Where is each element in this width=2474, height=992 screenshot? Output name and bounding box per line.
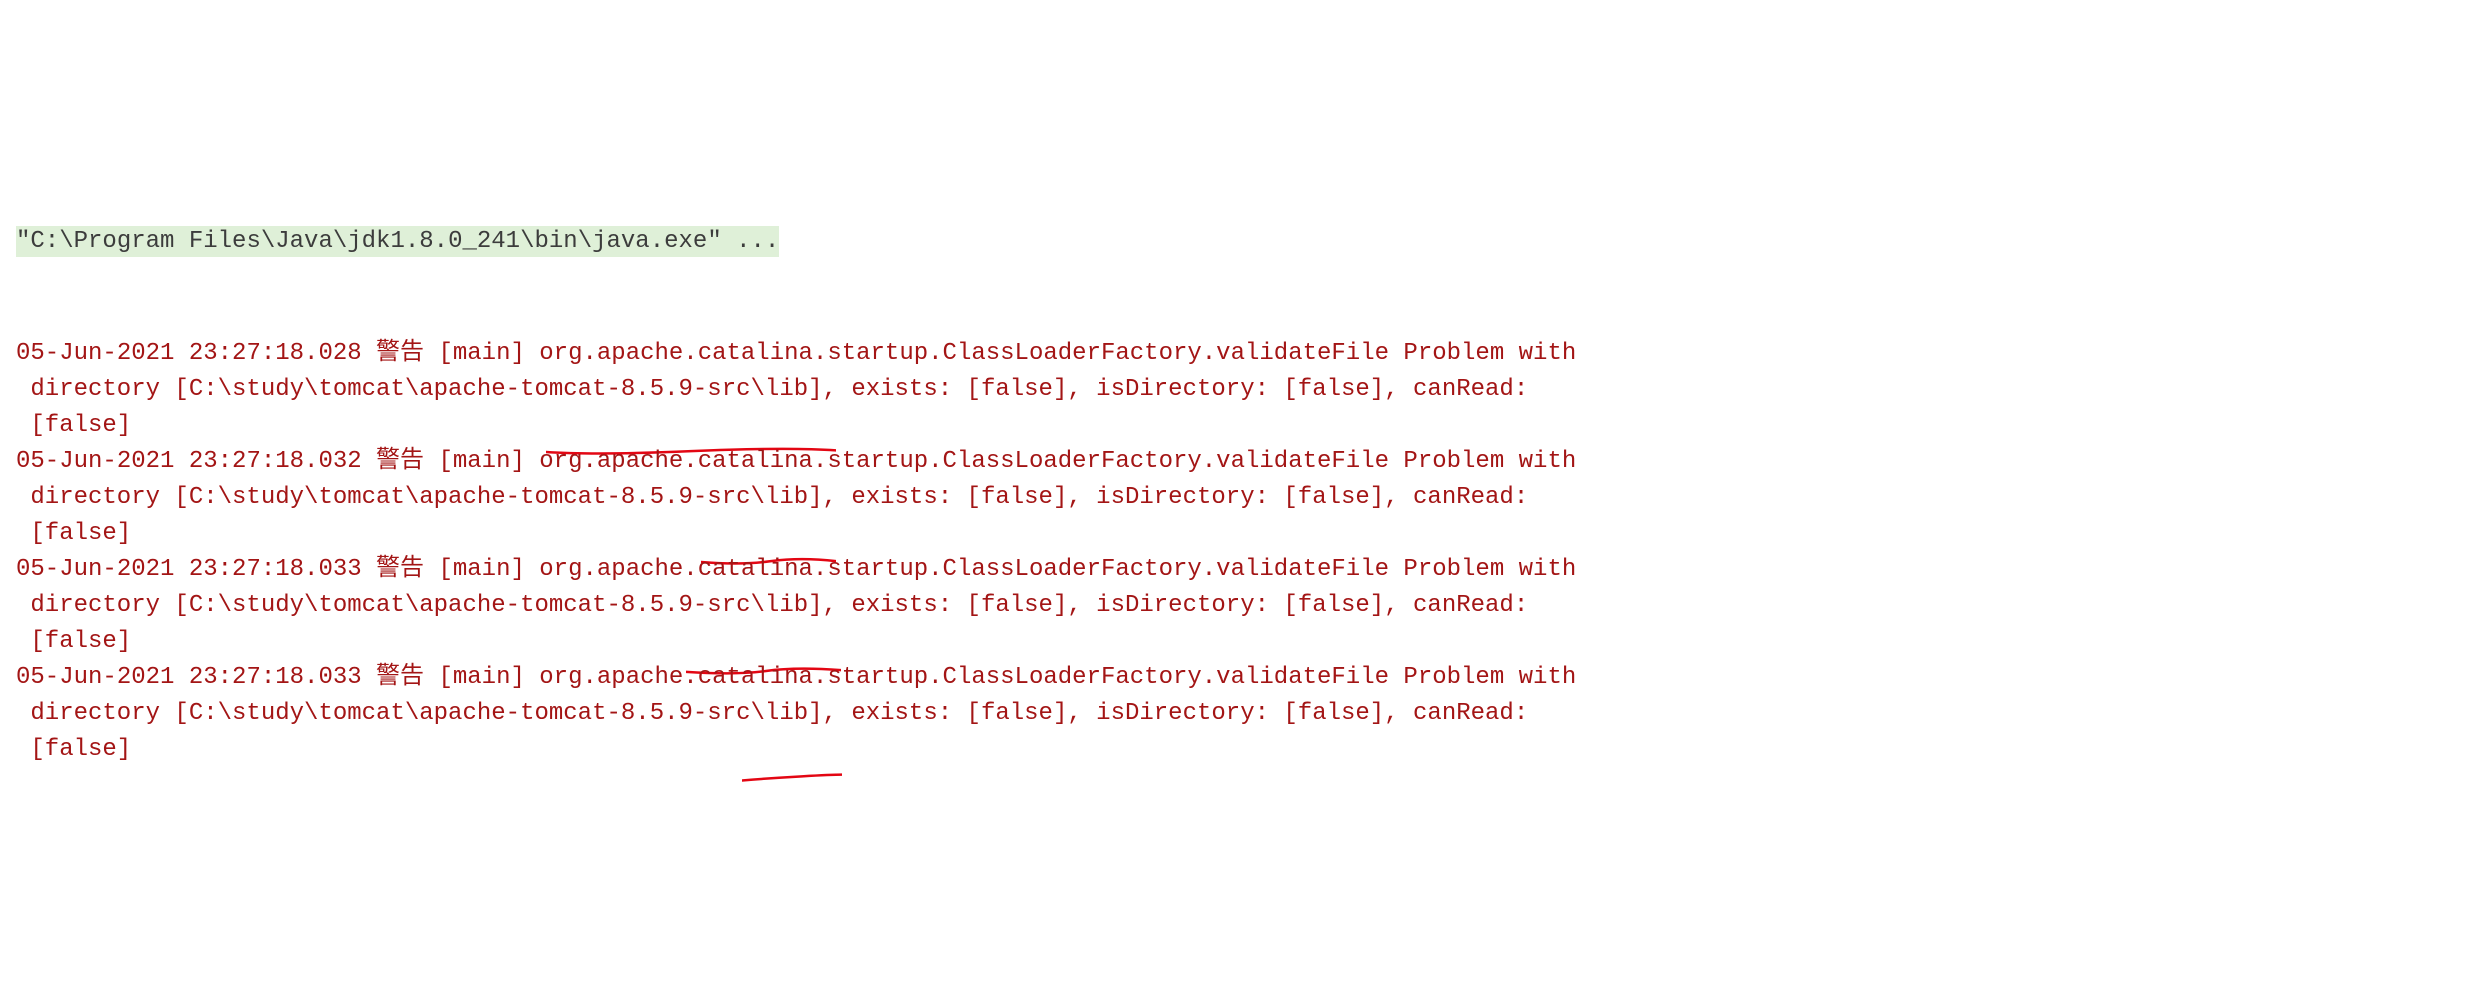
command-line: "C:\Program Files\Java\jdk1.8.0_241\bin\… [16, 224, 2458, 260]
log-entry: 05-Jun-2021 23:27:18.028 警告 [main] org.a… [16, 336, 2458, 444]
log-line-1: 05-Jun-2021 23:27:18.032 警告 [main] org.a… [16, 444, 2458, 480]
command-path: "C:\Program Files\Java\jdk1.8.0_241\bin\… [16, 226, 779, 257]
log-line-3: [false] [16, 516, 2458, 552]
log-line-2: directory [C:\study\tomcat\apache-tomcat… [16, 696, 2458, 732]
log-line-1: 05-Jun-2021 23:27:18.033 警告 [main] org.a… [16, 660, 2458, 696]
log-line-3: [false] [16, 408, 2458, 444]
console-output: "C:\Program Files\Java\jdk1.8.0_241\bin\… [16, 152, 2458, 804]
log-entry: 05-Jun-2021 23:27:18.033 警告 [main] org.a… [16, 660, 2458, 768]
log-line-1: 05-Jun-2021 23:27:18.033 警告 [main] org.a… [16, 552, 2458, 588]
log-container: 05-Jun-2021 23:27:18.028 警告 [main] org.a… [16, 336, 2458, 768]
log-line-1: 05-Jun-2021 23:27:18.028 警告 [main] org.a… [16, 336, 2458, 372]
log-line-3: [false] [16, 624, 2458, 660]
log-entry: 05-Jun-2021 23:27:18.033 警告 [main] org.a… [16, 552, 2458, 660]
log-entry: 05-Jun-2021 23:27:18.032 警告 [main] org.a… [16, 444, 2458, 552]
log-line-3: [false] [16, 732, 2458, 768]
log-line-2: directory [C:\study\tomcat\apache-tomcat… [16, 372, 2458, 408]
log-line-2: directory [C:\study\tomcat\apache-tomcat… [16, 480, 2458, 516]
log-line-2: directory [C:\study\tomcat\apache-tomcat… [16, 588, 2458, 624]
